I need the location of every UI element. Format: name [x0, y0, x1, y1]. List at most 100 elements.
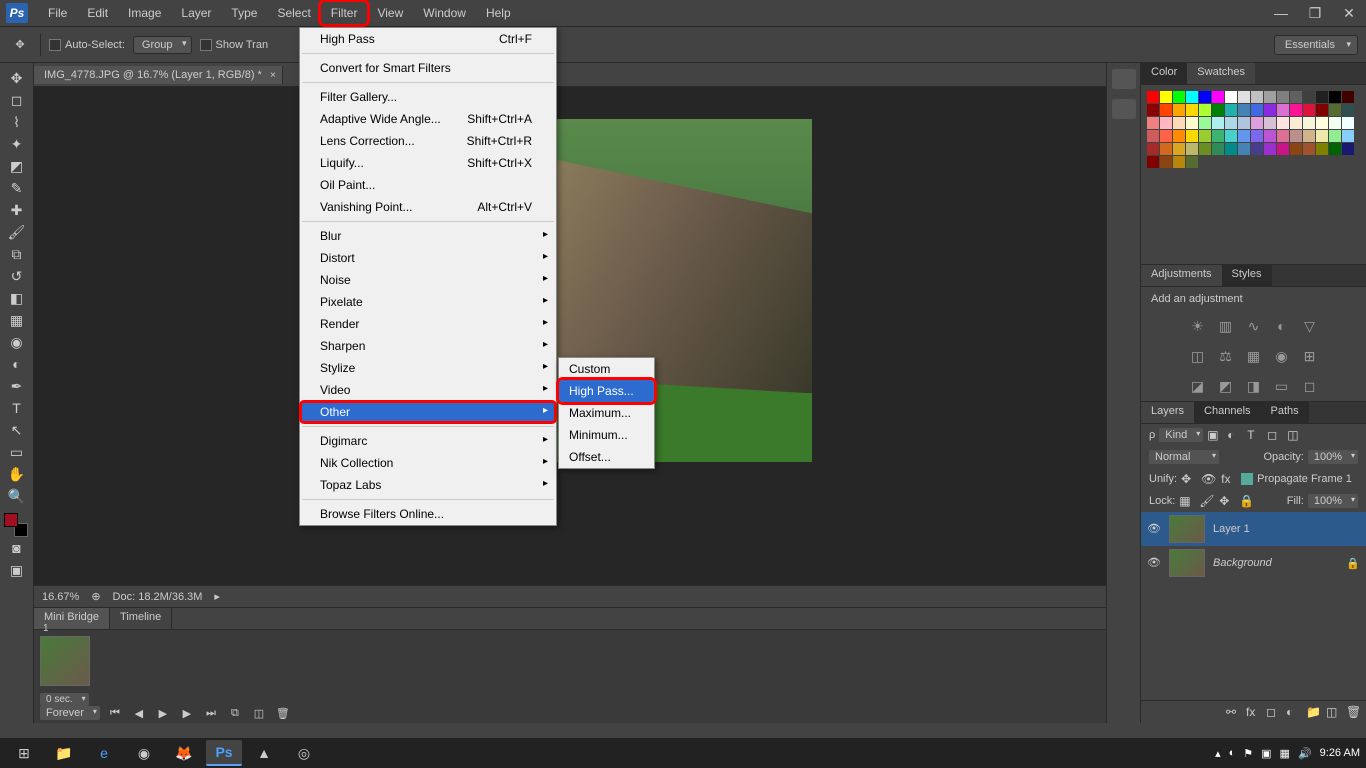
swatch[interactable]	[1212, 104, 1224, 116]
swatch[interactable]	[1238, 130, 1250, 142]
layer-row[interactable]: 👁 Layer 1	[1141, 512, 1366, 546]
blur-tool[interactable]: ◉	[3, 331, 31, 353]
crop-tool[interactable]: ◩	[3, 155, 31, 177]
swatch[interactable]	[1173, 130, 1185, 142]
timeline-frame[interactable]	[40, 636, 90, 686]
filter-menu-item-render[interactable]: Render	[300, 313, 556, 335]
next-frame-icon[interactable]: ▶	[178, 705, 196, 721]
swatch[interactable]	[1160, 130, 1172, 142]
balance-icon[interactable]: ⚖	[1216, 347, 1236, 365]
filter-adj-icon[interactable]: ◐	[1227, 428, 1243, 442]
filter-last[interactable]: High Pass Ctrl+F	[300, 28, 556, 50]
eyedropper-tool[interactable]: ✎	[3, 177, 31, 199]
swatch[interactable]	[1277, 104, 1289, 116]
bw-icon[interactable]: ▦	[1244, 347, 1264, 365]
link-icon[interactable]: ⚯	[1226, 705, 1242, 719]
swatch[interactable]	[1264, 130, 1276, 142]
heal-tool[interactable]: ✚	[3, 199, 31, 221]
document-tab[interactable]: IMG_4778.JPG @ 16.7% (Layer 1, RGB/8) * …	[34, 66, 283, 84]
styles-tab[interactable]: Styles	[1222, 265, 1272, 286]
submenu-item[interactable]: Offset...	[559, 446, 654, 468]
swatch[interactable]	[1303, 91, 1315, 103]
layers-tab[interactable]: Layers	[1141, 402, 1194, 423]
filter-menu-item-video[interactable]: Video	[300, 379, 556, 401]
submenu-item[interactable]: Custom	[559, 358, 654, 380]
swatch[interactable]	[1329, 130, 1341, 142]
unify-style-icon[interactable]: fx	[1221, 472, 1237, 486]
kind-dropdown[interactable]: Kind	[1159, 428, 1203, 442]
swatch[interactable]	[1342, 130, 1354, 142]
menu-window[interactable]: Window	[413, 2, 476, 24]
properties-panel-icon[interactable]	[1112, 99, 1136, 119]
visibility-icon[interactable]: 👁	[1147, 522, 1161, 536]
swatch[interactable]	[1147, 104, 1159, 116]
workspace-switcher[interactable]: Essentials	[1274, 35, 1358, 55]
mixer-icon[interactable]: ⊞	[1300, 347, 1320, 365]
swatch[interactable]	[1251, 130, 1263, 142]
task-ie[interactable]: e	[86, 740, 122, 766]
posterize-icon[interactable]: ◩	[1216, 377, 1236, 395]
filter-smart-icon[interactable]: ◫	[1287, 428, 1303, 442]
show-transform-option[interactable]: Show Tran	[200, 39, 269, 51]
swatch[interactable]	[1212, 117, 1224, 129]
menu-file[interactable]: File	[38, 2, 77, 24]
filter-type-icon[interactable]: T	[1247, 428, 1263, 442]
filter-menu-item-distort[interactable]: Distort	[300, 247, 556, 269]
task-app[interactable]: ◎	[286, 740, 322, 766]
swatch[interactable]	[1342, 143, 1354, 155]
mask-icon[interactable]: ◻	[1266, 705, 1282, 719]
swatch[interactable]	[1329, 117, 1341, 129]
lock-pixels-icon[interactable]: 🖌	[1199, 494, 1215, 508]
doc-size[interactable]: Doc: 18.2M/36.3M	[113, 591, 203, 603]
swatch[interactable]	[1303, 130, 1315, 142]
delete-layer-icon[interactable]: 🗑	[1346, 705, 1362, 719]
swatch[interactable]	[1147, 91, 1159, 103]
menu-select[interactable]: Select	[267, 2, 320, 24]
tab-close-icon[interactable]: ×	[270, 70, 276, 81]
swatch[interactable]	[1147, 156, 1159, 168]
swatch[interactable]	[1173, 143, 1185, 155]
opacity-value[interactable]: 100%	[1308, 450, 1358, 464]
filter-menu-item[interactable]: Liquify...Shift+Ctrl+X	[300, 152, 556, 174]
swatch[interactable]	[1199, 130, 1211, 142]
curves-icon[interactable]: ∿	[1244, 317, 1264, 335]
filter-menu-item-noise[interactable]: Noise	[300, 269, 556, 291]
swatch[interactable]	[1212, 130, 1224, 142]
swatch[interactable]	[1251, 143, 1263, 155]
swatch[interactable]	[1225, 130, 1237, 142]
zoom-level[interactable]: 16.67%	[42, 591, 79, 603]
swatch[interactable]	[1316, 143, 1328, 155]
swatch[interactable]	[1147, 143, 1159, 155]
menu-edit[interactable]: Edit	[77, 2, 118, 24]
checkbox-icon[interactable]	[49, 39, 61, 51]
swatch[interactable]	[1186, 130, 1198, 142]
filter-menu-item-blur[interactable]: Blur	[300, 225, 556, 247]
submenu-item[interactable]: High Pass...	[559, 380, 654, 402]
swatch[interactable]	[1264, 91, 1276, 103]
swatch[interactable]	[1225, 104, 1237, 116]
type-tool[interactable]: T	[3, 397, 31, 419]
swatch[interactable]	[1186, 156, 1198, 168]
timeline-tab[interactable]: Timeline	[110, 608, 172, 629]
menu-layer[interactable]: Layer	[171, 2, 221, 24]
tray-up-icon[interactable]: ▴	[1215, 747, 1221, 760]
task-chrome[interactable]: ◉	[126, 740, 162, 766]
filter-menu-item[interactable]: Topaz Labs	[300, 474, 556, 496]
swatch[interactable]	[1251, 117, 1263, 129]
swatch[interactable]	[1186, 104, 1198, 116]
threshold-icon[interactable]: ◨	[1244, 377, 1264, 395]
menu-type[interactable]: Type	[221, 2, 267, 24]
submenu-item[interactable]: Minimum...	[559, 424, 654, 446]
color-tab[interactable]: Color	[1141, 63, 1187, 84]
photo-filter-icon[interactable]: ◉	[1272, 347, 1292, 365]
filter-menu-item[interactable]: Oil Paint...	[300, 174, 556, 196]
layer-row[interactable]: 👁 Background 🔒	[1141, 546, 1366, 580]
filter-browse-online[interactable]: Browse Filters Online...	[300, 503, 556, 525]
marquee-tool[interactable]: ◻	[3, 89, 31, 111]
swatch[interactable]	[1329, 91, 1341, 103]
hand-tool[interactable]: ✋	[3, 463, 31, 485]
visibility-icon[interactable]: 👁	[1147, 556, 1161, 570]
swatch[interactable]	[1290, 104, 1302, 116]
first-frame-icon[interactable]: ⏮	[106, 705, 124, 721]
task-explorer[interactable]: 📁	[46, 740, 82, 766]
